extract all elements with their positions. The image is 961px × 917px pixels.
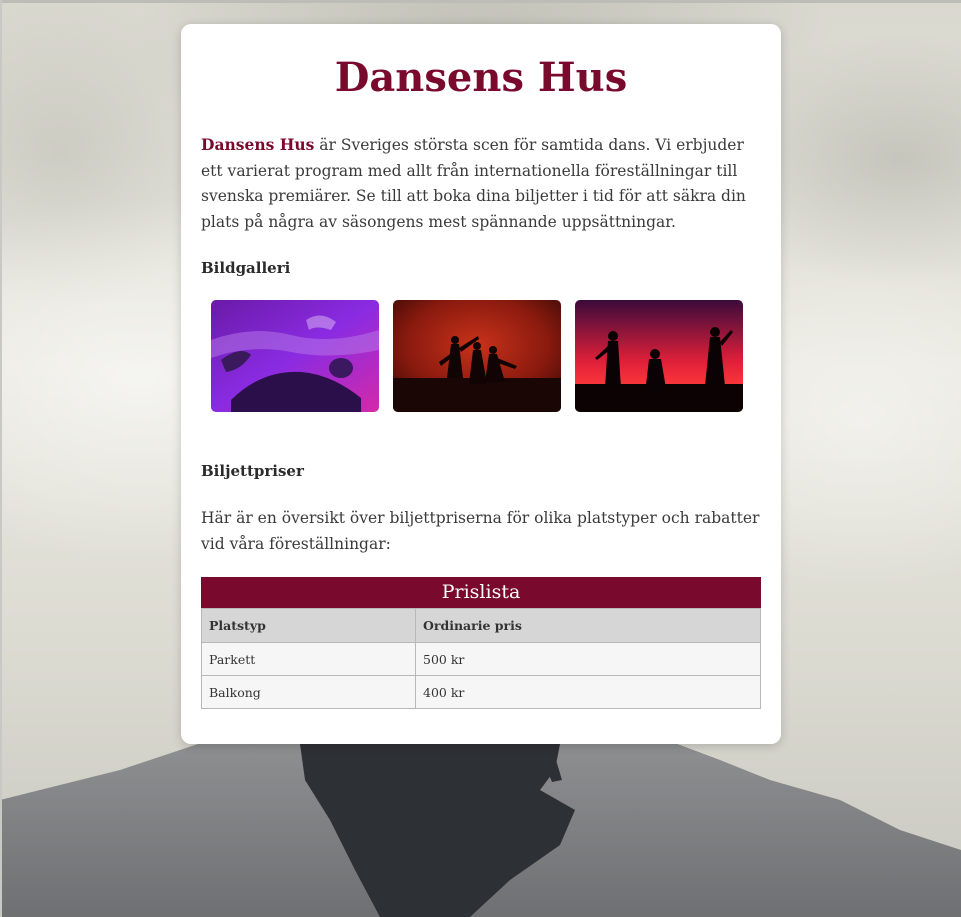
gallery-image-3[interactable] [575,300,743,412]
table-header-row: Platstyp Ordinarie pris [201,608,761,643]
intro-paragraph: Dansens Hus är Sveriges största scen för… [201,132,761,235]
content-card: Dansens Hus Dansens Hus är Sveriges stör… [181,24,781,744]
intro-brand: Dansens Hus [201,135,315,154]
price-table: Prislista Platstyp Ordinarie pris Parket… [201,577,761,709]
table-cell: Balkong [201,675,416,709]
table-cell: 500 kr [415,642,761,676]
page-title: Dansens Hus [334,54,628,101]
window-left-border [0,0,2,917]
table-row: Balkong 400 kr [201,675,761,709]
window-top-border [0,0,961,3]
column-header-seat-type: Platstyp [201,608,416,643]
gallery-image-1[interactable] [211,300,379,412]
prices-heading: Biljettpriser [201,462,304,480]
prices-paragraph: Här är en översikt över biljettpriserna … [201,509,760,553]
table-cell: Parkett [201,642,416,676]
gallery-image-2[interactable] [393,300,561,412]
table-cell: 400 kr [415,675,761,709]
price-table-caption: Prislista [201,577,761,608]
gallery-heading: Bildgalleri [201,259,291,277]
column-header-regular-price: Ordinarie pris [415,608,761,643]
table-row: Parkett 500 kr [201,642,761,676]
image-gallery [211,300,761,412]
